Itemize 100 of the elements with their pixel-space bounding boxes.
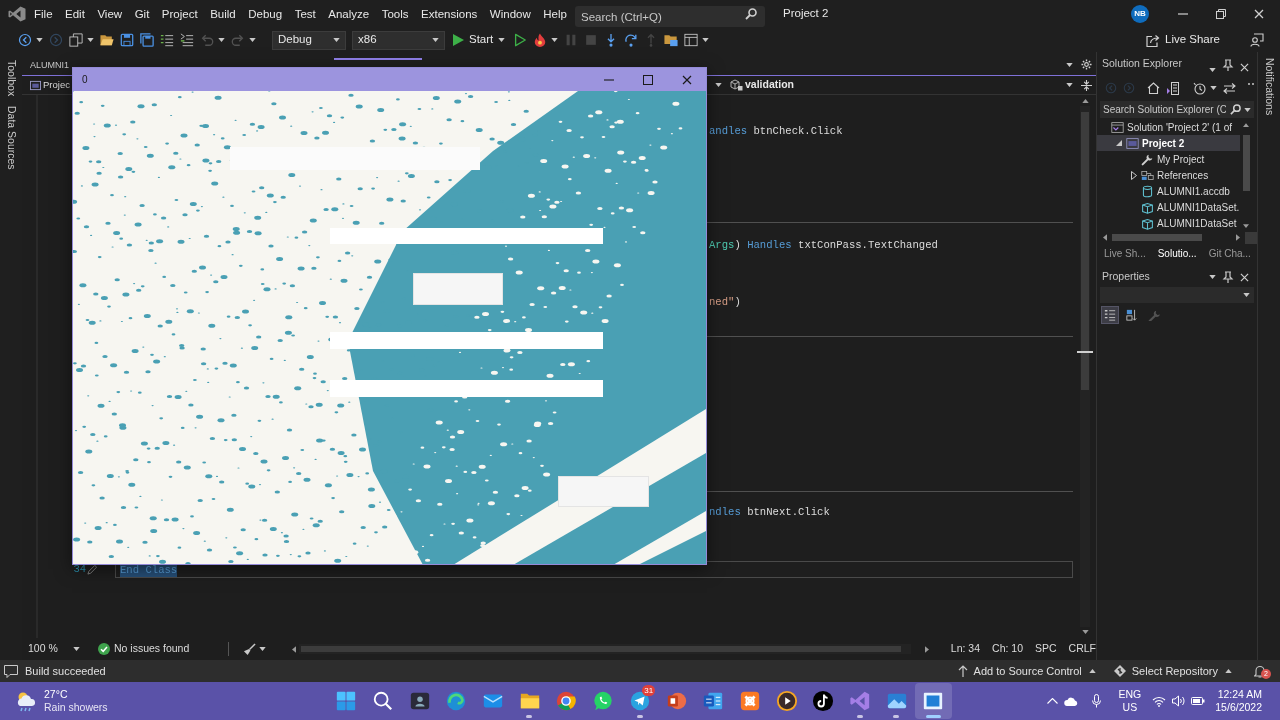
- play-outline-icon[interactable]: [513, 33, 528, 47]
- scroll-right-arrow-icon[interactable]: [1236, 234, 1241, 241]
- pin-icon[interactable]: [1222, 270, 1234, 284]
- add-to-source-control-button[interactable]: Add to Source Control: [957, 662, 1096, 680]
- scrollbar-thumb[interactable]: [1242, 135, 1250, 191]
- menu-item[interactable]: Test: [290, 6, 320, 22]
- caret-down-icon[interactable]: [258, 647, 266, 651]
- caret-down-icon[interactable]: [1209, 275, 1216, 279]
- folder-window-icon[interactable]: [664, 33, 679, 47]
- search-icon[interactable]: [1230, 104, 1241, 115]
- collapsed-arrow-icon[interactable]: [1131, 170, 1137, 180]
- caret-down-icon[interactable]: [551, 38, 559, 42]
- menu-item[interactable]: Project: [157, 6, 202, 22]
- text-field[interactable]: [330, 228, 603, 244]
- caret-down-icon[interactable]: [249, 38, 256, 42]
- menu-item[interactable]: File: [30, 6, 57, 22]
- caret-down-icon[interactable]: [1244, 108, 1251, 112]
- caret-down-icon[interactable]: [1066, 63, 1073, 67]
- history-clock-icon[interactable]: [1193, 81, 1206, 95]
- taskbar-button[interactable]: 31: [621, 683, 659, 719]
- tree-item[interactable]: ALUMNI1DataSet: [1097, 215, 1240, 231]
- maximize-icon[interactable]: [642, 74, 653, 85]
- live-share-button[interactable]: Live Share: [1146, 31, 1220, 49]
- account-avatar[interactable]: NB: [1131, 5, 1149, 23]
- member-dropdown[interactable]: validation: [745, 77, 794, 93]
- expanded-arrow-icon[interactable]: [1116, 140, 1122, 146]
- text-field[interactable]: [330, 380, 603, 397]
- caret-down-icon[interactable]: [1209, 68, 1216, 72]
- close-icon[interactable]: [681, 74, 692, 85]
- home-icon[interactable]: [1147, 82, 1160, 94]
- notifications-tab[interactable]: Notifications: [1261, 58, 1277, 116]
- curved-arrow-icon[interactable]: [624, 33, 639, 47]
- wifi-icon[interactable]: [1152, 695, 1167, 707]
- menu-item[interactable]: Debug: [244, 6, 287, 22]
- switch-views-icon[interactable]: [1166, 81, 1179, 95]
- caret-down-icon[interactable]: [1210, 86, 1217, 90]
- project-dropdown[interactable]: Projec: [43, 77, 70, 93]
- platform-dropdown[interactable]: x86: [352, 30, 445, 50]
- caret-down-icon[interactable]: [36, 38, 43, 42]
- horizontal-scrollbar[interactable]: [298, 644, 911, 654]
- menu-item[interactable]: Tools: [377, 6, 413, 22]
- flame-icon[interactable]: [533, 33, 548, 47]
- cloud-icon[interactable]: [1063, 696, 1078, 706]
- menu-item[interactable]: Extensions: [417, 6, 482, 22]
- scroll-up-arrow-icon[interactable]: [1081, 99, 1089, 103]
- menu-item[interactable]: Edit: [61, 6, 89, 22]
- chevron-up-icon[interactable]: [1046, 698, 1058, 704]
- panel-tab[interactable]: Solutio...: [1155, 245, 1199, 261]
- language-code[interactable]: ENG: [1118, 688, 1142, 701]
- scroll-up-arrow-icon[interactable]: [1243, 123, 1249, 127]
- categorized-list-icon[interactable]: [1101, 306, 1119, 324]
- menu-item[interactable]: Window: [485, 6, 535, 22]
- clock-time[interactable]: 12:24 AM: [1217, 688, 1262, 701]
- tree-item[interactable]: References: [1097, 167, 1240, 183]
- tree-item[interactable]: Project 2: [1097, 135, 1240, 151]
- scroll-down-arrow-icon[interactable]: [1081, 630, 1089, 634]
- battery-icon[interactable]: [1191, 697, 1206, 705]
- menu-item[interactable]: Analyze: [324, 6, 374, 22]
- scroll-left-arrow-icon[interactable]: [1103, 234, 1107, 241]
- split-window-icon[interactable]: [1081, 79, 1092, 91]
- pin-icon[interactable]: [1222, 59, 1234, 72]
- scroll-down-arrow-icon[interactable]: [1243, 224, 1249, 228]
- search-field[interactable]: Search Solution Explorer (C: [1100, 101, 1254, 118]
- tree-item[interactable]: Solution 'Project 2' (1 of: [1097, 119, 1240, 135]
- zoom-dropdown[interactable]: 100 %: [28, 641, 80, 657]
- editor-tab[interactable]: ALUMNI1: [30, 59, 69, 71]
- panel-tab[interactable]: Git Cha...: [1206, 245, 1253, 261]
- caret-down-icon[interactable]: [218, 38, 225, 42]
- indentation-indicator[interactable]: SPC: [1035, 641, 1057, 657]
- text-lines-icon[interactable]: [160, 33, 174, 47]
- gear-icon[interactable]: [1081, 59, 1092, 70]
- brush-icon[interactable]: [242, 642, 256, 656]
- tree-item[interactable]: ALUMNI1.accdb: [1097, 183, 1240, 199]
- text-lines-arrow-icon[interactable]: [180, 33, 194, 47]
- tree-item[interactable]: My Project: [1097, 151, 1240, 167]
- window-layout-icon[interactable]: [684, 33, 699, 47]
- text-field[interactable]: [330, 332, 603, 349]
- vertical-scrollbar[interactable]: [1080, 106, 1090, 627]
- scroll-right-arrow-icon[interactable]: [924, 645, 929, 653]
- caret-down-icon[interactable]: [702, 38, 710, 42]
- search-field[interactable]: Search (Ctrl+Q): [575, 6, 765, 27]
- select-repository-button[interactable]: Select Repository: [1113, 662, 1232, 680]
- caret-down-icon[interactable]: [333, 38, 340, 42]
- feedback-person-icon[interactable]: [1250, 33, 1264, 47]
- caret-down-icon[interactable]: [87, 38, 94, 42]
- clock-date[interactable]: 15/6/2022: [1215, 701, 1262, 714]
- scrollbar-thumb[interactable]: [1081, 112, 1089, 390]
- panel-tab[interactable]: Live Sh...: [1102, 245, 1148, 261]
- folder-icon[interactable]: [100, 33, 114, 47]
- side-panel-tab[interactable]: Data Sources: [3, 106, 19, 170]
- floppy-disks-icon[interactable]: [140, 33, 154, 47]
- menu-item[interactable]: Build: [206, 6, 240, 22]
- menu-item[interactable]: Help: [539, 6, 571, 22]
- caret-down-icon[interactable]: [1066, 83, 1073, 87]
- microphone-icon[interactable]: [1091, 694, 1101, 708]
- menu-item[interactable]: Git: [130, 6, 154, 22]
- search-icon[interactable]: [745, 7, 757, 20]
- caret-down-icon[interactable]: [432, 38, 439, 42]
- side-panel-tab[interactable]: Toolbox: [3, 60, 19, 97]
- speaker-icon[interactable]: [1172, 695, 1186, 707]
